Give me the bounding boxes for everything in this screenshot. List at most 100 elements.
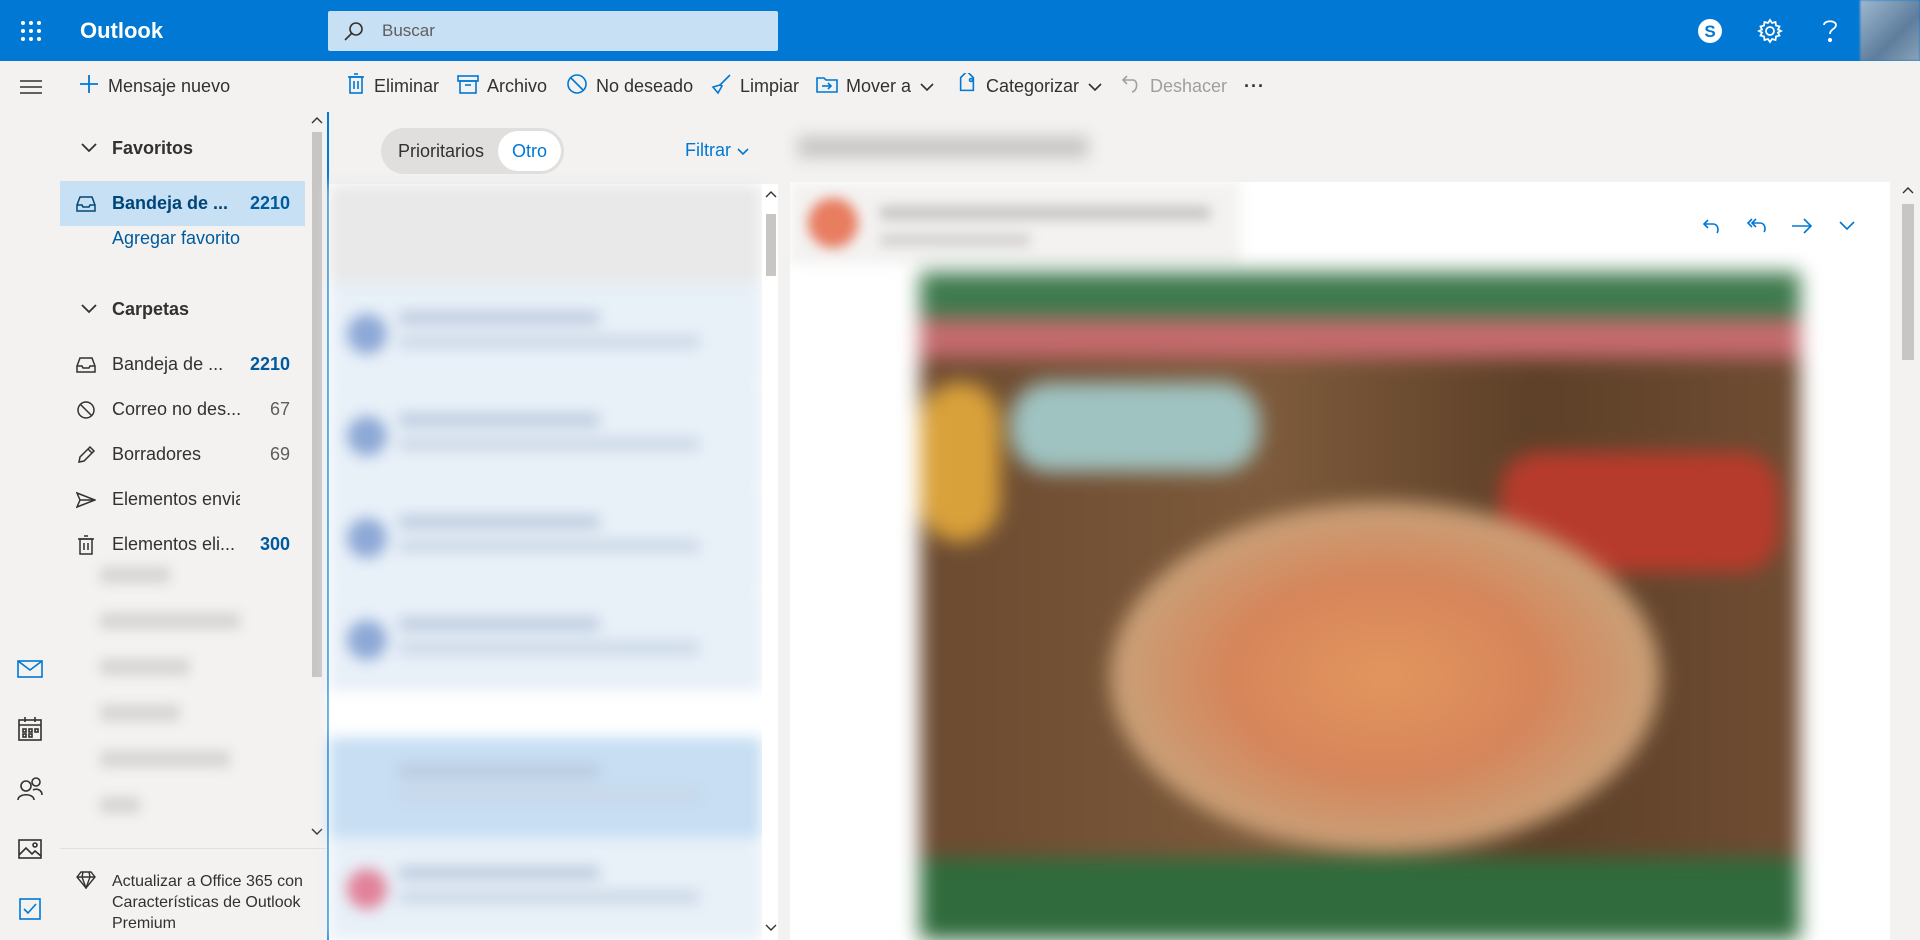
folder-name: Elementos eli...	[112, 534, 236, 554]
reading-pane-scrollbar[interactable]	[1898, 182, 1918, 940]
folder-item-deleted[interactable]: Elementos eli... 300	[60, 522, 305, 567]
todo-icon[interactable]	[0, 884, 60, 934]
favorite-item-inbox[interactable]: Bandeja de ... 2210	[60, 181, 305, 226]
chevron-down-icon	[919, 76, 935, 97]
trash-icon	[346, 73, 366, 100]
email-promo-image-blurred	[920, 272, 1800, 940]
inbox-icon	[60, 195, 112, 213]
mail-icon[interactable]	[0, 644, 60, 694]
more-actions-chevron-icon[interactable]	[1827, 206, 1867, 246]
folder-item-sent[interactable]: Elementos envia...	[60, 477, 305, 522]
categorize-label: Categorizar	[986, 76, 1080, 96]
tag-icon	[956, 70, 978, 100]
search-input[interactable]	[382, 11, 762, 51]
app-title[interactable]: Outlook	[80, 18, 163, 44]
upgrade-premium-banner[interactable]: Actualizar a Office 365 con Característi…	[60, 848, 327, 940]
folder-name: Bandeja de ...	[112, 354, 224, 374]
inbox-icon	[60, 356, 112, 374]
delete-button[interactable]: Eliminar	[346, 61, 439, 112]
pencil-icon	[60, 445, 112, 465]
unread-count: 2210	[249, 354, 290, 374]
filter-button[interactable]: Filtrar	[685, 140, 749, 161]
folder-item-inbox[interactable]: Bandeja de ... 2210	[60, 342, 305, 387]
upgrade-text: Actualizar a Office 365 con Característi…	[112, 873, 303, 932]
tab-other[interactable]: Otro	[498, 131, 562, 171]
sender-info-blurred	[790, 182, 1240, 264]
folders-header[interactable]: Carpetas	[60, 287, 305, 332]
reading-pane	[778, 112, 1920, 940]
reply-all-icon[interactable]	[1737, 206, 1777, 246]
scroll-down-icon	[765, 924, 777, 931]
folder-scrollbar[interactable]	[306, 112, 327, 842]
list-item[interactable]	[329, 488, 762, 590]
chevron-down-icon	[737, 140, 749, 161]
new-message-label: Mensaje nuevo	[108, 76, 231, 96]
new-message-button[interactable]: Mensaje nuevo	[78, 61, 230, 112]
favorites-header-label: Favoritos	[112, 138, 194, 158]
list-item[interactable]	[329, 737, 762, 839]
avatar[interactable]	[1860, 0, 1920, 61]
add-favorite-link[interactable]: Agregar favorito	[112, 228, 240, 249]
archive-button[interactable]: Archivo	[457, 61, 547, 112]
chevron-down-icon	[60, 138, 112, 159]
scroll-up-icon	[1902, 187, 1914, 194]
trash-icon	[60, 534, 112, 555]
scrollbar-thumb[interactable]	[1902, 204, 1914, 360]
folder-name: Borradores	[112, 444, 202, 464]
search-icon	[342, 19, 366, 48]
reply-icon[interactable]	[1692, 206, 1732, 246]
more-options-button[interactable]: ···	[1244, 61, 1265, 112]
folder-item-drafts[interactable]: Borradores 69	[60, 432, 305, 477]
tab-focused[interactable]: Prioritarios	[384, 131, 498, 171]
scrollbar-thumb[interactable]	[766, 214, 776, 276]
folder-pane: Favoritos Bandeja de ... 2210 Agregar fa…	[60, 112, 327, 940]
sweep-label: Limpiar	[740, 76, 800, 96]
list-item[interactable]	[329, 386, 762, 488]
sweep-button[interactable]: Limpiar	[710, 61, 799, 112]
broom-icon	[710, 73, 732, 100]
scroll-down-icon	[311, 828, 323, 835]
move-to-label: Mover a	[846, 76, 912, 96]
folder-item-junk[interactable]: Correo no des... 67	[60, 387, 305, 432]
list-item[interactable]	[329, 590, 762, 692]
junk-button[interactable]: No deseado	[566, 61, 693, 112]
folder-name: Bandeja de ...	[112, 193, 229, 213]
undo-button[interactable]: Deshacer	[1120, 61, 1227, 112]
app-launcher-icon[interactable]	[0, 0, 61, 61]
app-rail	[0, 112, 60, 940]
photos-icon[interactable]	[0, 824, 60, 874]
calendar-icon[interactable]	[0, 704, 60, 754]
archive-icon	[457, 74, 479, 99]
message-list: Prioritarios Otro Filtrar	[327, 112, 780, 940]
more-folders-blurred	[70, 567, 295, 813]
help-icon[interactable]	[1800, 0, 1860, 61]
message-list-header: Prioritarios Otro Filtrar	[329, 112, 780, 184]
list-item[interactable]	[329, 284, 762, 386]
search-box[interactable]	[328, 11, 778, 51]
diamond-icon	[60, 849, 112, 940]
svg-text:S: S	[1704, 22, 1715, 41]
plus-icon	[78, 73, 100, 100]
chevron-down-icon	[60, 299, 112, 320]
settings-gear-icon[interactable]	[1740, 0, 1800, 61]
scrollbar-thumb[interactable]	[312, 132, 322, 677]
command-bar: Mensaje nuevo Eliminar Archivo No desead…	[0, 61, 1920, 112]
move-folder-icon	[816, 74, 838, 99]
hamburger-menu-icon[interactable]	[18, 61, 44, 112]
favorites-header[interactable]: Favoritos	[60, 126, 305, 171]
inbox-pivot: Prioritarios Otro	[381, 128, 565, 174]
undo-label: Deshacer	[1150, 76, 1228, 96]
list-item[interactable]	[329, 839, 762, 940]
people-icon[interactable]	[0, 764, 60, 814]
chevron-down-icon	[1087, 76, 1103, 97]
categorize-button[interactable]: Categorizar	[956, 61, 1103, 112]
forward-icon[interactable]	[1782, 206, 1822, 246]
scroll-up-icon	[765, 191, 777, 198]
skype-icon[interactable]: S	[1680, 0, 1740, 61]
unread-count: 300	[259, 534, 290, 554]
move-to-button[interactable]: Mover a	[816, 61, 935, 112]
item-count: 69	[269, 444, 290, 464]
junk-label: No deseado	[596, 76, 694, 96]
message-list-body-blurred	[329, 184, 762, 940]
undo-icon	[1120, 73, 1142, 100]
